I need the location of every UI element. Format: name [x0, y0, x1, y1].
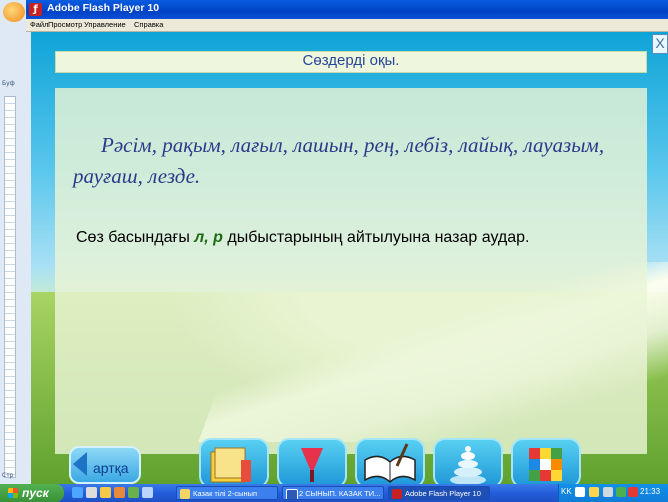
- rubiks-cube-icon: [529, 448, 562, 481]
- taskbar-item-label: 2 СЫНЫП. КАЗАК ТИ...: [299, 489, 381, 498]
- help-tray-icon[interactable]: [575, 487, 585, 497]
- menu-view[interactable]: Просмотр: [48, 19, 82, 31]
- title-bar[interactable]: ƒ Adobe Flash Player 10: [26, 0, 668, 19]
- highlighted-letters: л, р: [194, 229, 223, 246]
- taskbar-item-label: Казак тілі 2-сынып: [193, 489, 258, 498]
- menu-file[interactable]: Файл: [30, 19, 48, 31]
- ie-quicklaunch-icon[interactable]: [72, 487, 83, 498]
- folder-icon: [180, 489, 190, 499]
- instruction-text: Сөз басындағы л, р дыбыстарының айтылуын…: [76, 229, 530, 247]
- back-button-label: артқа: [93, 460, 129, 476]
- word-icon: [286, 489, 298, 499]
- open-book-icon: [364, 443, 416, 484]
- slide-title: Сөздерді оқы.: [302, 52, 400, 69]
- open-book-button[interactable]: [355, 438, 425, 484]
- flash-player-window: ƒ Adobe Flash Player 10 Файл Просмотр Уп…: [26, 0, 668, 484]
- clipboard-label: Буф: [2, 80, 15, 87]
- vertical-ruler: [4, 96, 16, 478]
- book-button[interactable]: [199, 438, 269, 484]
- clock: 21:33: [640, 487, 661, 496]
- antivirus-tray-icon[interactable]: [628, 487, 638, 497]
- flash-stage: Сөздерді оқы. X Рәсім, рақым, лағыл, лаш…: [31, 32, 668, 484]
- office-button-icon[interactable]: [3, 2, 25, 22]
- taskbar-item-word[interactable]: 2 СЫНЫП. КАЗАК ТИ...: [282, 486, 384, 500]
- pen-icon: [301, 448, 323, 482]
- taskbar-item-label: Adobe Flash Player 10: [405, 489, 481, 498]
- network-tray-icon[interactable]: [589, 487, 599, 497]
- windows-logo-icon: [8, 488, 18, 498]
- page-status-label: Стр: [2, 472, 14, 479]
- language-indicator[interactable]: KK: [561, 487, 572, 496]
- taskbar-item-flash[interactable]: Adobe Flash Player 10: [388, 486, 490, 500]
- close-button[interactable]: X: [652, 34, 668, 54]
- pen-button[interactable]: [277, 438, 347, 484]
- flash-icon: [392, 489, 402, 499]
- pyramid-icon: [450, 446, 486, 484]
- words-text: Рәсім, рақым, лағыл, лашын, рең, лебіз, …: [73, 133, 605, 188]
- media-quicklaunch-icon[interactable]: [114, 487, 125, 498]
- start-button[interactable]: пуск: [0, 484, 64, 502]
- menu-control[interactable]: Управление: [84, 19, 126, 31]
- instruction-part-2: дыбыстарының айтылуына назар аудар.: [222, 229, 530, 246]
- app-quicklaunch-icon[interactable]: [128, 487, 139, 498]
- book-icon: [210, 447, 251, 483]
- taskbar-item-folder[interactable]: Казак тілі 2-сынып: [176, 486, 278, 500]
- window-title: Adobe Flash Player 10: [47, 2, 160, 14]
- security-tray-icon[interactable]: [616, 487, 626, 497]
- volume-tray-icon[interactable]: [603, 487, 613, 497]
- instruction-part-1: Сөз басындағы: [76, 229, 195, 246]
- start-label: пуск: [22, 486, 49, 500]
- menu-help[interactable]: Справка: [134, 19, 163, 31]
- desktop-quicklaunch-icon[interactable]: [86, 487, 97, 498]
- app2-quicklaunch-icon[interactable]: [142, 487, 153, 498]
- pyramid-button[interactable]: [433, 438, 503, 484]
- explorer-quicklaunch-icon[interactable]: [100, 487, 111, 498]
- menu-bar: Файл Просмотр Управление Справка: [26, 19, 668, 32]
- flash-logo-icon: ƒ: [29, 3, 42, 16]
- cube-button[interactable]: [511, 438, 581, 484]
- back-arrow-icon: [73, 452, 87, 476]
